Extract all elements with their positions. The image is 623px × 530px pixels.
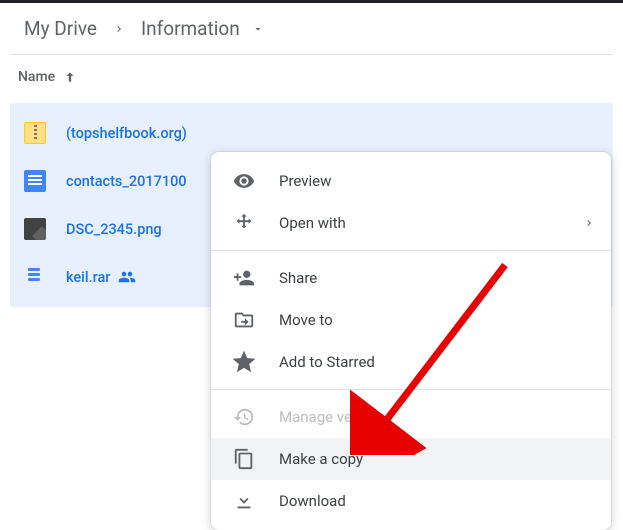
history-icon [231, 406, 257, 428]
file-name: contacts_2017100 [66, 173, 187, 190]
archive-icon [24, 122, 46, 144]
file-name: keil.rar [66, 269, 110, 286]
file-name: (topshelfbook.org) [66, 125, 187, 142]
archive-icon [24, 266, 46, 288]
chevron-right-icon [583, 217, 595, 229]
caret-down-icon[interactable] [252, 23, 264, 35]
download-icon [231, 490, 257, 512]
sort-up-icon [63, 70, 77, 84]
menu-label: Preview [279, 172, 331, 190]
folder-move-icon [231, 309, 257, 331]
column-header-label: Name [18, 69, 55, 85]
chevron-right-icon [113, 23, 125, 35]
menu-share[interactable]: Share [211, 257, 611, 299]
divider [211, 389, 611, 390]
eye-icon [231, 170, 257, 192]
copy-icon [231, 448, 257, 470]
menu-label: Make a copy [279, 450, 363, 468]
menu-move-to[interactable]: Move to [211, 299, 611, 341]
breadcrumb-current[interactable]: Information [135, 13, 246, 44]
menu-download[interactable]: Download [211, 480, 611, 522]
menu-make-copy[interactable]: Make a copy [211, 438, 611, 480]
menu-label: Add to Starred [279, 353, 375, 371]
menu-label: Move to [279, 311, 333, 329]
person-add-icon [231, 267, 257, 289]
image-icon [24, 218, 46, 240]
menu-label: Share [279, 269, 317, 287]
shared-icon [118, 268, 136, 286]
menu-label: Manage versions [279, 408, 393, 426]
menu-manage-versions: Manage versions [211, 396, 611, 438]
breadcrumb-root[interactable]: My Drive [18, 13, 103, 44]
menu-add-starred[interactable]: Add to Starred [211, 341, 611, 383]
menu-preview[interactable]: Preview [211, 160, 611, 202]
menu-label: Open with [279, 214, 346, 232]
breadcrumb: My Drive Information [0, 3, 623, 54]
document-icon [24, 170, 46, 192]
menu-label: Download [279, 492, 346, 510]
column-header-name[interactable]: Name [0, 55, 623, 97]
menu-open-with[interactable]: Open with [211, 202, 611, 244]
move-arrows-icon [231, 212, 257, 234]
context-menu: Preview Open with Share Move to Add to S… [211, 152, 611, 530]
file-name: DSC_2345.png [66, 221, 162, 238]
divider [211, 250, 611, 251]
star-icon [231, 351, 257, 373]
list-item[interactable]: (topshelfbook.org) [10, 109, 613, 157]
